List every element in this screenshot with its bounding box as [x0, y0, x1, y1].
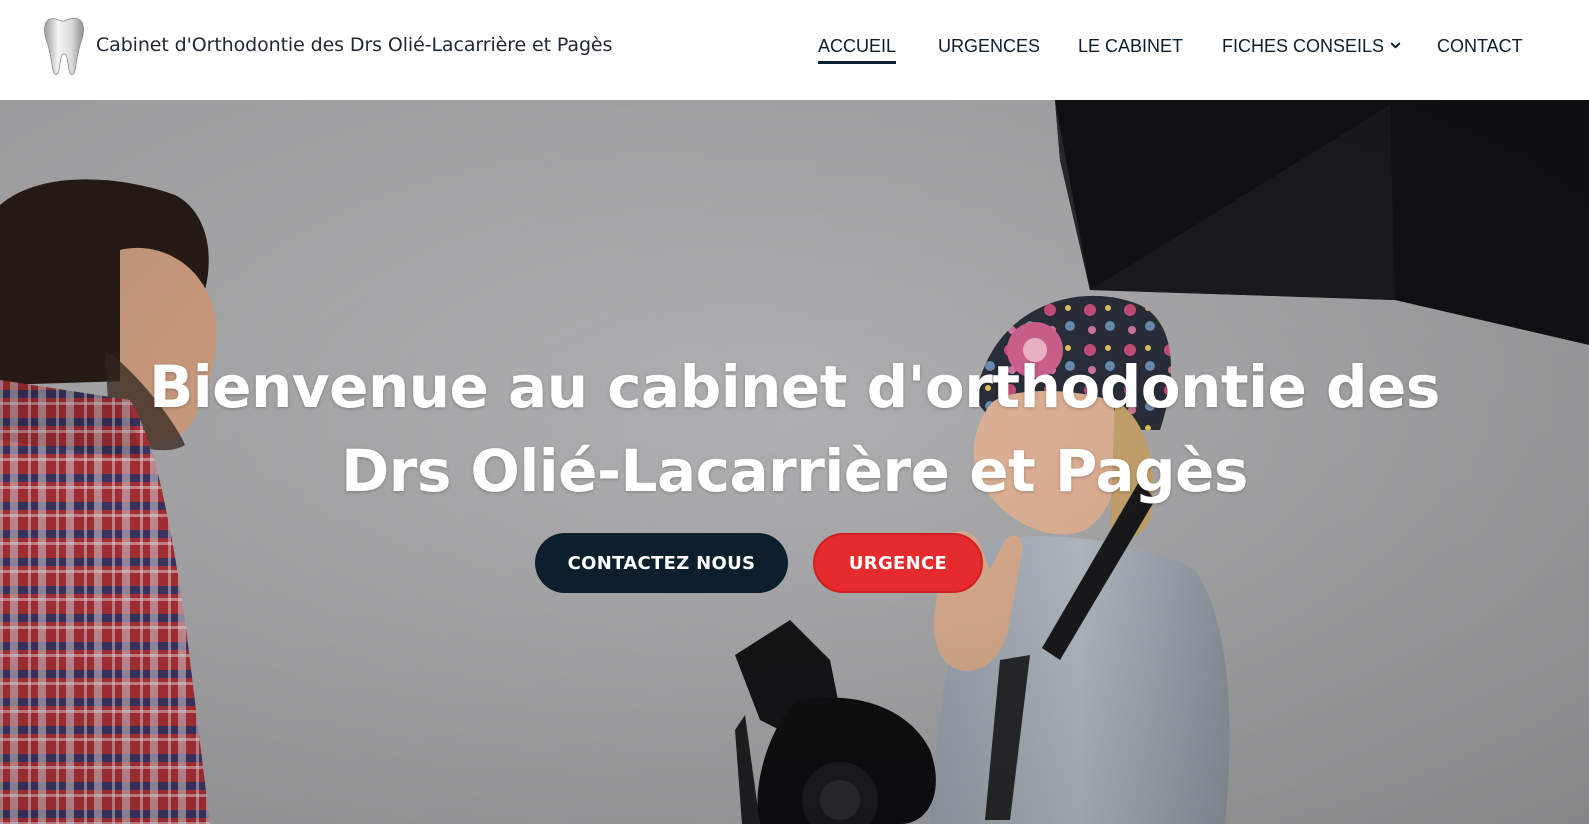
nav-item-contact[interactable]: CONTACT [1437, 36, 1523, 57]
hero-title-line-1: Bienvenue au cabinet d'orthodontie des [149, 353, 1440, 421]
brand-link[interactable]: Cabinet d'Orthodontie des Drs Olié-Lacar… [40, 16, 612, 78]
nav-item-urgences[interactable]: URGENCES [938, 36, 1040, 57]
nav-item-fiches-conseils-label: FICHES CONSEILS [1222, 36, 1385, 56]
hero-title-line-2: Drs Olié-Lacarrière et Pagès [341, 437, 1248, 505]
hero-title: Bienvenue au cabinet d'orthodontie des D… [40, 345, 1549, 513]
site-name: Cabinet d'Orthodontie des Drs Olié-Lacar… [96, 34, 613, 56]
contact-us-button[interactable]: CONTACTEZ NOUS [535, 533, 788, 593]
nav-item-fiches-conseils[interactable]: FICHES CONSEILS [1222, 36, 1401, 57]
urgence-button[interactable]: URGENCE [813, 533, 983, 593]
nav-item-le-cabinet[interactable]: LE CABINET [1078, 36, 1183, 57]
site-header: Cabinet d'Orthodontie des Drs Olié-Lacar… [0, 0, 1589, 100]
nav-item-accueil[interactable]: ACCUEIL [818, 36, 897, 64]
hero-section: Bienvenue au cabinet d'orthodontie des D… [0, 100, 1589, 824]
tooth-icon [44, 17, 84, 75]
chevron-down-icon [1390, 42, 1401, 49]
